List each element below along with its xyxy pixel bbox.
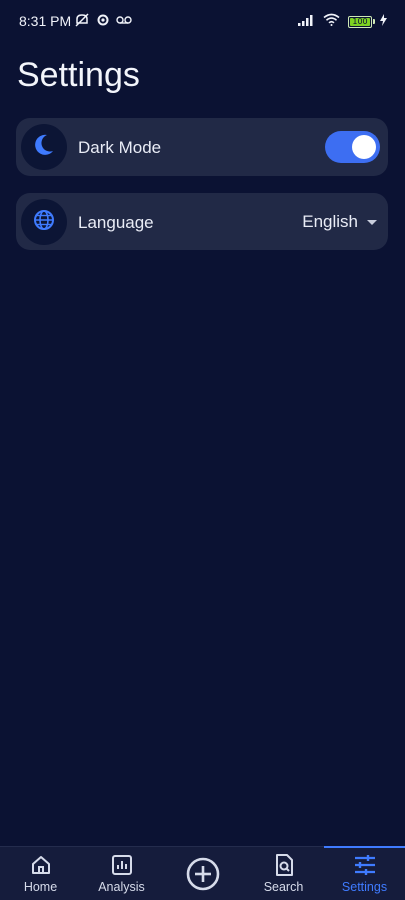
bar-chart-icon [111, 853, 133, 877]
bottom-navigation: Home Analysis Search Settings [0, 846, 405, 900]
home-icon [30, 853, 52, 877]
gear-icon [96, 13, 110, 27]
language-dropdown[interactable]: English [302, 212, 378, 232]
language-value: English [302, 212, 358, 231]
language-setting: Language English [16, 193, 388, 250]
nav-home[interactable]: Home [0, 847, 81, 900]
add-circle-icon [186, 857, 220, 891]
sliders-icon [353, 853, 377, 877]
battery-level: 100 [352, 17, 368, 26]
dark-mode-icon-container [21, 124, 67, 170]
toggle-knob [352, 135, 376, 159]
voicemail-icon [116, 15, 132, 25]
nav-search[interactable]: Search [243, 847, 324, 900]
dark-mode-label: Dark Mode [78, 138, 162, 157]
nav-add[interactable] [162, 847, 243, 900]
muted-notifications-icon [74, 13, 90, 27]
nav-analysis[interactable]: Analysis [81, 847, 162, 900]
moon-icon [34, 134, 54, 161]
nav-settings-label: Settings [341, 880, 388, 894]
nav-settings[interactable]: Settings [324, 846, 405, 900]
globe-icon [33, 209, 55, 236]
page-title: Settings [17, 56, 140, 94]
dropdown-arrow-icon [366, 213, 378, 231]
status-bar: 8:31 PM 100 [0, 0, 405, 44]
signal-icon [298, 13, 315, 31]
wifi-icon [323, 13, 340, 31]
dark-mode-toggle[interactable] [325, 131, 380, 163]
nav-analysis-label: Analysis [98, 880, 145, 894]
language-icon-container [21, 199, 67, 245]
dark-mode-setting: Dark Mode [16, 118, 388, 176]
nav-search-label: Search [263, 880, 304, 894]
nav-home-label: Home [23, 880, 58, 894]
search-document-icon [273, 853, 295, 877]
battery-icon: 100 [348, 16, 375, 28]
charging-icon [380, 13, 387, 31]
status-time: 8:31 PM [19, 13, 72, 29]
language-label: Language [78, 213, 154, 232]
